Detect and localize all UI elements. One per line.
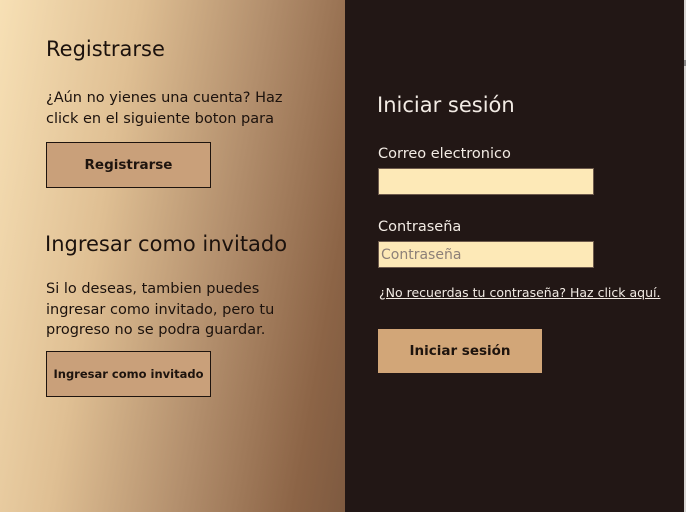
email-label: Correo electronico bbox=[378, 146, 511, 162]
password-field[interactable] bbox=[378, 241, 594, 268]
left-panel: Registrarse ¿Aún no yienes una cuenta? H… bbox=[0, 0, 345, 512]
register-description: ¿Aún no yienes una cuenta? Haz click en … bbox=[46, 90, 283, 127]
guest-title: Ingresar como invitado bbox=[45, 232, 288, 256]
login-button[interactable]: Iniciar sesión bbox=[378, 329, 542, 373]
register-title: Registrarse bbox=[46, 37, 165, 61]
login-title: Iniciar sesión bbox=[377, 93, 515, 117]
register-button[interactable]: Registrarse bbox=[46, 142, 211, 188]
email-field[interactable] bbox=[378, 168, 594, 195]
guest-login-button[interactable]: Ingresar como invitado bbox=[46, 351, 211, 397]
password-label: Contraseña bbox=[378, 219, 462, 235]
forgot-password-link[interactable]: ¿No recuerdas tu contraseña? Haz click a… bbox=[379, 285, 660, 300]
login-window: Registrarse ¿Aún no yienes una cuenta? H… bbox=[0, 0, 686, 512]
guest-description: Si lo deseas, tambien puedes ingresar co… bbox=[46, 281, 275, 338]
